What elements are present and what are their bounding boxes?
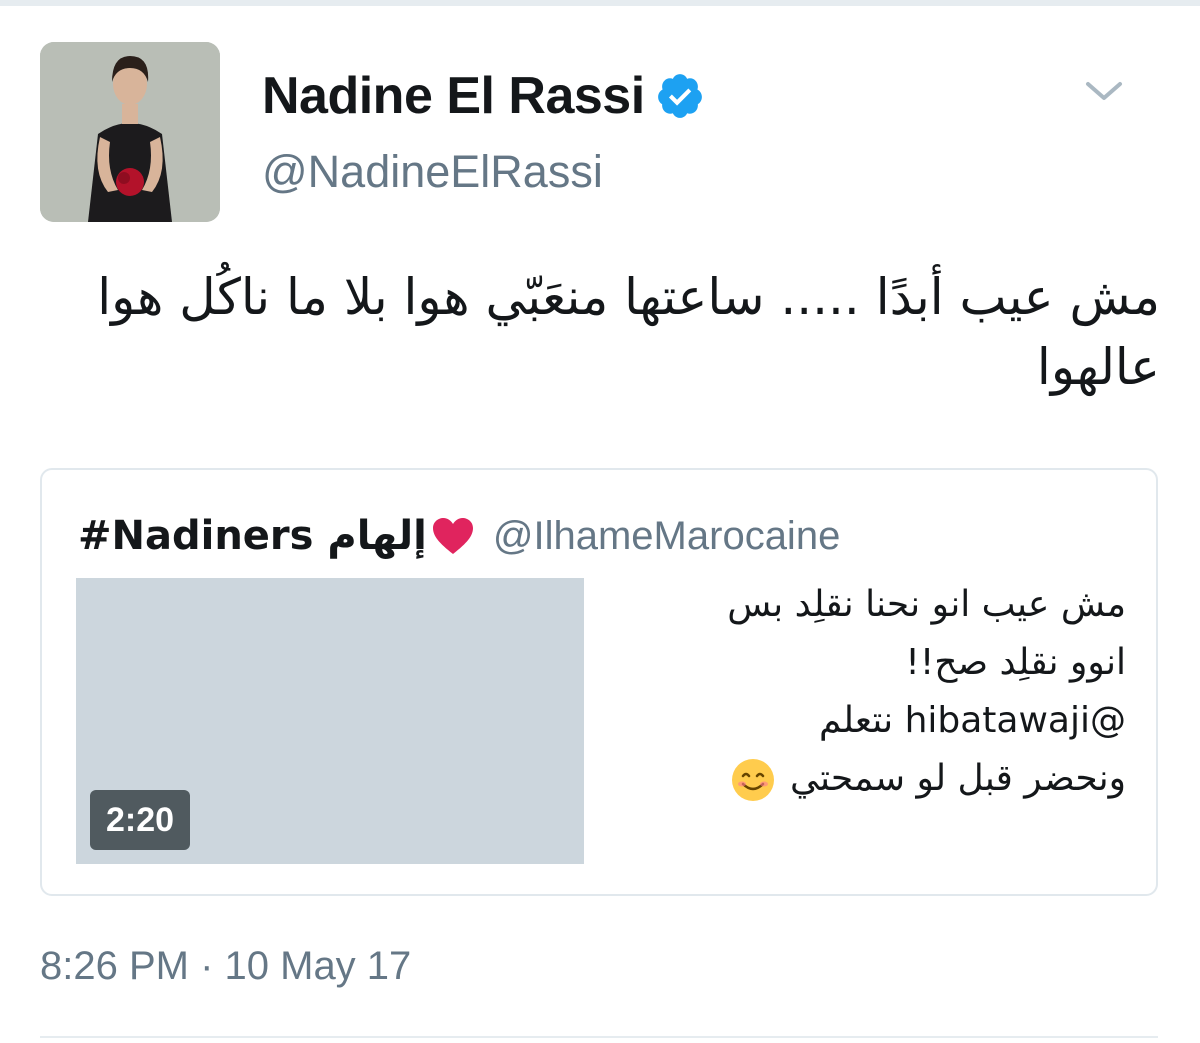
video-duration-badge: 2:20	[90, 790, 191, 850]
quoted-author-handle: @IlhameMarocaine	[492, 513, 841, 558]
video-thumbnail[interactable]: 2:20	[76, 578, 584, 864]
author-display-name[interactable]: Nadine El Rassi	[262, 66, 645, 126]
quoted-text-line: ونحضر قبل لو سمحتي	[789, 758, 1126, 799]
verified-badge-icon	[655, 71, 705, 121]
smiling-face-icon	[730, 757, 776, 803]
author-display-name-row: Nadine El Rassi	[262, 66, 705, 126]
quoted-author-display-name: #Nadiners إلهام	[78, 513, 427, 559]
avatar[interactable]	[40, 42, 220, 222]
heart-icon	[431, 516, 475, 556]
quoted-tweet-header: #Nadiners إلهام @IlhameMarocaine	[78, 508, 840, 564]
chevron-down-icon[interactable]	[1082, 74, 1126, 108]
bottom-divider	[40, 1036, 1158, 1038]
quoted-tweet-card[interactable]: #Nadiners إلهام @IlhameMarocaine 2:20 مش…	[40, 468, 1158, 896]
quoted-tweet-text: مش عيب انو نحنا نقلِد بس انوو نقلِد صح!!…	[602, 576, 1126, 808]
author-handle[interactable]: @NadineElRassi	[262, 146, 603, 198]
top-divider	[0, 0, 1200, 6]
quoted-text-line: مش عيب انو نحنا نقلِد بس	[727, 584, 1126, 625]
quoted-text-line: انوو نقلِد صح!!	[905, 642, 1126, 683]
tweet-timestamp[interactable]: 8:26 PM · 10 May 17	[40, 944, 411, 989]
quoted-text-line-with-emoji: ونحضر قبل لو سمحتي	[602, 750, 1126, 808]
quoted-text-line: @hibatawaji نتعلم	[819, 700, 1126, 741]
tweet-text: مش عيب أبدًا ..... ساعتها منعَبّي هوا بل…	[97, 268, 1160, 396]
